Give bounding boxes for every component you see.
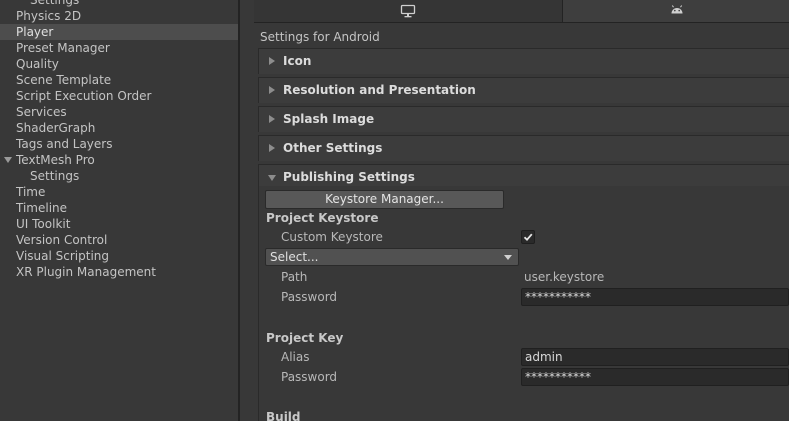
custom-keystore-checkbox[interactable] <box>521 230 535 244</box>
project-key-heading: Project Key <box>266 331 344 345</box>
sidebar-item-services[interactable]: Services <box>0 104 238 120</box>
foldout-resolution-and-presentation[interactable]: Resolution and Presentation <box>258 77 789 103</box>
project-settings-sidebar: Settings Physics 2D Player Preset Manager Qu… <box>0 0 238 421</box>
sidebar-item-time[interactable]: Time <box>0 184 238 200</box>
tab-android[interactable] <box>563 0 789 22</box>
foldout-title: Other Settings <box>283 141 383 155</box>
sidebar-item-settings[interactable]: Settings <box>0 0 238 8</box>
sidebar-item-label: Settings <box>30 169 80 183</box>
key-password-field[interactable]: *********** <box>521 368 789 386</box>
sidebar-item-label: UI Toolkit <box>16 217 71 231</box>
platform-tabs <box>254 0 789 23</box>
sidebar-item-label: Physics 2D <box>16 9 82 23</box>
sidebar-item-label: Settings <box>30 0 80 7</box>
sidebar-item-textmesh-pro[interactable]: TextMesh Pro <box>0 152 238 168</box>
field-value: *********** <box>525 290 591 304</box>
settings-for-platform-title: Settings for Android <box>260 30 380 44</box>
keystore-password-label: Password <box>281 290 338 304</box>
sidebar-item-shadergraph[interactable]: ShaderGraph <box>0 120 238 136</box>
foldout-title: Publishing Settings <box>283 170 415 184</box>
foldout-splash-image[interactable]: Splash Image <box>258 106 789 132</box>
chevron-down-icon <box>504 255 512 260</box>
key-password-label: Password <box>281 370 338 384</box>
sidebar-item-physics-2d[interactable]: Physics 2D <box>0 8 238 24</box>
sidebar-item-label: Script Execution Order <box>16 89 152 103</box>
checkmark-icon <box>523 233 533 242</box>
expand-arrow-icon <box>269 144 275 152</box>
foldout-title: Icon <box>283 54 312 68</box>
expand-arrow-icon <box>269 57 275 65</box>
sidebar-item-label: Version Control <box>16 233 108 247</box>
foldout-title: Splash Image <box>283 112 375 126</box>
collapse-arrow-icon <box>268 175 276 181</box>
sidebar-item-label: Visual Scripting <box>16 249 109 263</box>
keystore-manager-button[interactable]: Keystore Manager... <box>265 190 504 209</box>
sidebar-item-script-execution-order[interactable]: Script Execution Order <box>0 88 238 104</box>
sidebar-item-timeline[interactable]: Timeline <box>0 200 238 216</box>
sidebar-item-label: Timeline <box>16 201 68 215</box>
sidebar-item-xr-plugin-management[interactable]: XR Plugin Management <box>0 264 238 280</box>
sidebar-item-visual-scripting[interactable]: Visual Scripting <box>0 248 238 264</box>
field-value: *********** <box>525 370 591 384</box>
field-value: admin <box>525 350 563 364</box>
sidebar-item-label: Tags and Layers <box>16 137 113 151</box>
custom-keystore-label: Custom Keystore <box>281 230 383 244</box>
sidebar-item-label: Time <box>16 185 46 199</box>
sidebar-item-player[interactable]: Player <box>0 24 238 40</box>
sidebar-item-ui-toolkit[interactable]: UI Toolkit <box>0 216 238 232</box>
dropdown-value: Select... <box>270 250 319 264</box>
sidebar-item-label: Player <box>16 25 54 39</box>
foldout-title: Resolution and Presentation <box>283 83 476 97</box>
expand-arrow-icon <box>269 86 275 94</box>
sidebar-item-quality[interactable]: Quality <box>0 56 238 72</box>
sidebar-item-preset-manager[interactable]: Preset Manager <box>0 40 238 56</box>
keystore-path-value: user.keystore <box>524 270 605 284</box>
sidebar-item-label: XR Plugin Management <box>16 265 156 279</box>
foldout-other-settings[interactable]: Other Settings <box>258 135 789 161</box>
player-settings-panel: Settings for Android Icon Resolution and… <box>240 0 789 421</box>
alias-field[interactable]: admin <box>521 348 789 366</box>
monitor-icon <box>400 4 416 18</box>
project-keystore-heading: Project Keystore <box>266 211 379 225</box>
foldout-icon-settings[interactable]: Icon <box>258 48 789 74</box>
build-heading: Build <box>266 410 301 421</box>
keystore-select-dropdown[interactable]: Select... <box>265 248 519 266</box>
sidebar-item-label: ShaderGraph <box>16 121 96 135</box>
sidebar-item-label: Quality <box>16 57 59 71</box>
alias-label: Alias <box>281 350 310 364</box>
sidebar-item-label: Scene Template <box>16 73 112 87</box>
sidebar-item-tags-and-layers[interactable]: Tags and Layers <box>0 136 238 152</box>
path-label: Path <box>281 270 308 284</box>
keystore-password-field[interactable]: *********** <box>521 288 789 306</box>
android-icon <box>671 5 683 14</box>
sidebar-item-label: Preset Manager <box>16 41 110 55</box>
tab-standalone[interactable] <box>254 0 563 22</box>
sidebar-item-version-control[interactable]: Version Control <box>0 232 238 248</box>
sidebar-item-scene-template[interactable]: Scene Template <box>0 72 238 88</box>
expand-arrow-icon <box>269 115 275 123</box>
sidebar-item-label: Services <box>16 105 67 119</box>
sidebar-item-label: TextMesh Pro <box>16 153 95 167</box>
chevron-down-icon[interactable] <box>4 157 12 163</box>
sidebar-item-settings[interactable]: Settings <box>0 168 238 184</box>
